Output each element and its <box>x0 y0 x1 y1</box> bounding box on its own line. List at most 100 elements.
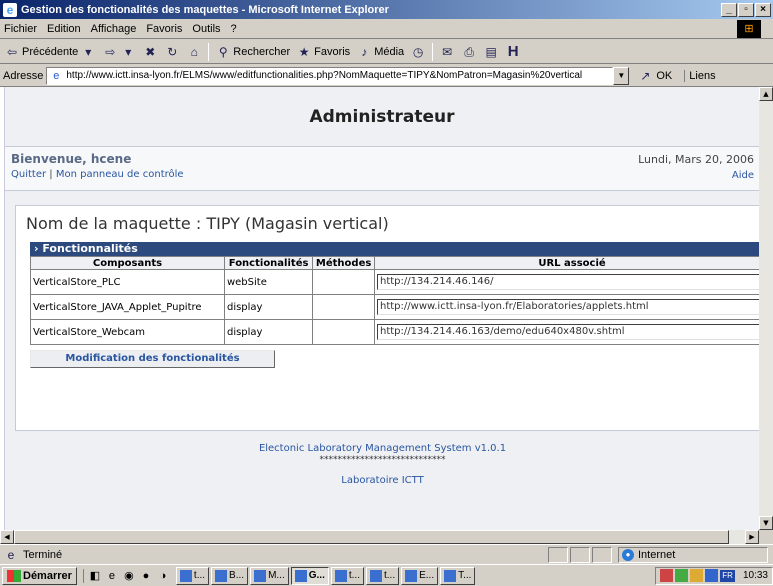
tray-icon[interactable] <box>705 569 719 582</box>
app-icon[interactable]: ● <box>139 569 153 583</box>
task-icon <box>294 569 307 582</box>
table-row: VerticalStore_Webcam display http://134.… <box>30 319 759 345</box>
desktop-icon[interactable]: ◧ <box>88 569 102 583</box>
search-button[interactable]: ⚲ Rechercher <box>215 44 290 60</box>
minimize-button[interactable]: _ <box>721 2 737 17</box>
task-button[interactable]: T... <box>440 566 476 585</box>
url-input[interactable]: http://134.214.46.146/ <box>377 274 759 290</box>
windows-flag-icon <box>7 569 21 582</box>
language-indicator[interactable]: FR <box>720 569 735 582</box>
task-icon <box>334 569 347 582</box>
task-button[interactable]: E... <box>401 566 439 585</box>
task-button-active[interactable]: G... <box>290 566 329 585</box>
start-button[interactable]: Démarrer <box>2 566 77 585</box>
main-panel: Nom de la maquette : TIPY (Magasin verti… <box>15 205 759 431</box>
media-icon: ♪ <box>361 44 368 59</box>
task-button[interactable]: M... <box>250 566 289 585</box>
horizontal-scrollbar[interactable]: ◀ ▶ <box>0 530 759 544</box>
scroll-down-icon[interactable]: ▼ <box>759 516 773 530</box>
messenger-icon[interactable]: H <box>505 43 521 60</box>
toolbar-separator <box>208 42 210 61</box>
status-cell <box>592 546 612 563</box>
task-button[interactable]: t... <box>330 566 364 585</box>
vertical-scrollbar[interactable]: ▲ ▼ <box>759 87 773 530</box>
functionalities-title: › Fonctionnalités <box>30 242 759 256</box>
help-link[interactable]: Aide <box>732 170 754 181</box>
control-panel-link[interactable]: Mon panneau de contrôle <box>56 169 184 180</box>
forward-arrow-icon: ⇨ <box>105 44 116 59</box>
print-icon[interactable]: ⎙ <box>461 44 477 60</box>
favorites-icon: ★ <box>298 44 310 59</box>
zone-text: Internet <box>638 548 676 561</box>
method-cell <box>312 319 375 345</box>
function-cell: display <box>223 319 314 345</box>
go-button[interactable]: ↗ OK <box>637 68 672 84</box>
scroll-up-icon[interactable]: ▲ <box>759 87 773 101</box>
forward-button[interactable]: ⇨ ▾ <box>102 44 136 60</box>
page-header: Administrateur <box>5 87 759 147</box>
scroll-thumb[interactable] <box>14 530 729 544</box>
page-icon: e <box>53 69 60 82</box>
menu-edition[interactable]: Edition <box>47 23 81 35</box>
task-button[interactable]: t... <box>365 566 400 585</box>
address-bar: Adresse e http://www.ictt.insa-lyon.fr/E… <box>0 65 773 87</box>
task-icon <box>254 569 267 582</box>
media-button[interactable]: ♪ Média <box>356 44 404 60</box>
menu-help[interactable]: ? <box>231 23 237 35</box>
footer-lab-link[interactable]: Laboratoire ICTT <box>5 475 759 486</box>
table-row: VerticalStore_PLC webSite http://134.214… <box>30 269 759 295</box>
component-cell: VerticalStore_JAVA_Applet_Pupitre <box>30 294 225 320</box>
address-dropdown-button[interactable]: ▼ <box>613 66 630 85</box>
security-zone: ● Internet <box>618 546 768 563</box>
links-button[interactable]: Liens <box>684 69 716 82</box>
browser-icon[interactable]: e <box>105 569 119 583</box>
welcome-text: Bienvenue, hcene <box>11 152 132 166</box>
tray-icon[interactable] <box>675 569 689 582</box>
column-header: Méthodes <box>312 256 375 270</box>
quit-link[interactable]: Quitter <box>11 169 46 180</box>
maximize-button[interactable]: ▫ <box>738 2 754 17</box>
task-icon <box>179 569 192 582</box>
footer-title: Electonic Laboratory Management System v… <box>258 443 507 454</box>
page-done-icon: e <box>7 547 15 562</box>
app-icon[interactable]: ◑ <box>156 569 170 583</box>
menu-affichage[interactable]: Affichage <box>91 23 137 35</box>
menu-favoris[interactable]: Favoris <box>146 23 182 35</box>
url-input[interactable]: http://134.214.46.163/demo/edu640x480v.s… <box>377 324 759 340</box>
table-row: VerticalStore_JAVA_Applet_Pupitre displa… <box>30 294 759 320</box>
edit-icon[interactable]: ▤ <box>483 44 499 60</box>
clock: 10:33 <box>742 570 768 581</box>
menu-outils[interactable]: Outils <box>192 23 220 35</box>
scroll-right-icon[interactable]: ▶ <box>745 530 759 544</box>
task-button[interactable]: t... <box>175 566 210 585</box>
home-icon[interactable]: ⌂ <box>186 44 202 60</box>
footer: Electonic Laboratory Management System v… <box>5 443 759 486</box>
app-icon[interactable]: ◉ <box>122 569 136 583</box>
address-input[interactable]: e http://www.ictt.insa-lyon.fr/ELMS/www/… <box>46 66 614 85</box>
mail-icon[interactable]: ✉ <box>439 44 455 60</box>
history-icon[interactable]: ◷ <box>410 44 426 60</box>
task-button[interactable]: B... <box>211 566 249 585</box>
tray-icon[interactable] <box>660 569 674 582</box>
address-label: Adresse <box>3 69 44 82</box>
scroll-left-icon[interactable]: ◀ <box>0 530 14 544</box>
function-cell: display <box>223 294 314 320</box>
url-input[interactable]: http://www.ictt.insa-lyon.fr/Elaboratori… <box>377 299 759 315</box>
menu-bar: Fichier Edition Affichage Favoris Outils… <box>0 19 773 39</box>
favorites-button[interactable]: ★ Favoris <box>296 44 350 60</box>
page-title: Administrateur <box>309 106 455 127</box>
refresh-icon[interactable]: ↻ <box>164 44 180 60</box>
window-title-bar[interactable]: e Gestion des fonctionalités des maquett… <box>0 0 773 19</box>
modify-functionalities-button[interactable]: Modification des fonctionalités <box>30 350 275 368</box>
tray-icon[interactable] <box>690 569 704 582</box>
table-header-row: Composants Fonctionalités Méthodes URL a… <box>30 256 759 270</box>
chevron-down-icon: ▾ <box>85 44 92 59</box>
scrollbar-corner <box>759 530 773 544</box>
system-tray: FR 10:33 <box>655 566 773 585</box>
toolbar-separator <box>432 42 434 61</box>
menu-fichier[interactable]: Fichier <box>4 23 37 35</box>
back-button[interactable]: ⇦ Précédente ▾ <box>4 44 96 60</box>
stop-icon[interactable]: ✖ <box>142 44 158 60</box>
close-button[interactable]: × <box>755 2 771 17</box>
status-bar: e Terminé ● Internet <box>0 544 773 564</box>
